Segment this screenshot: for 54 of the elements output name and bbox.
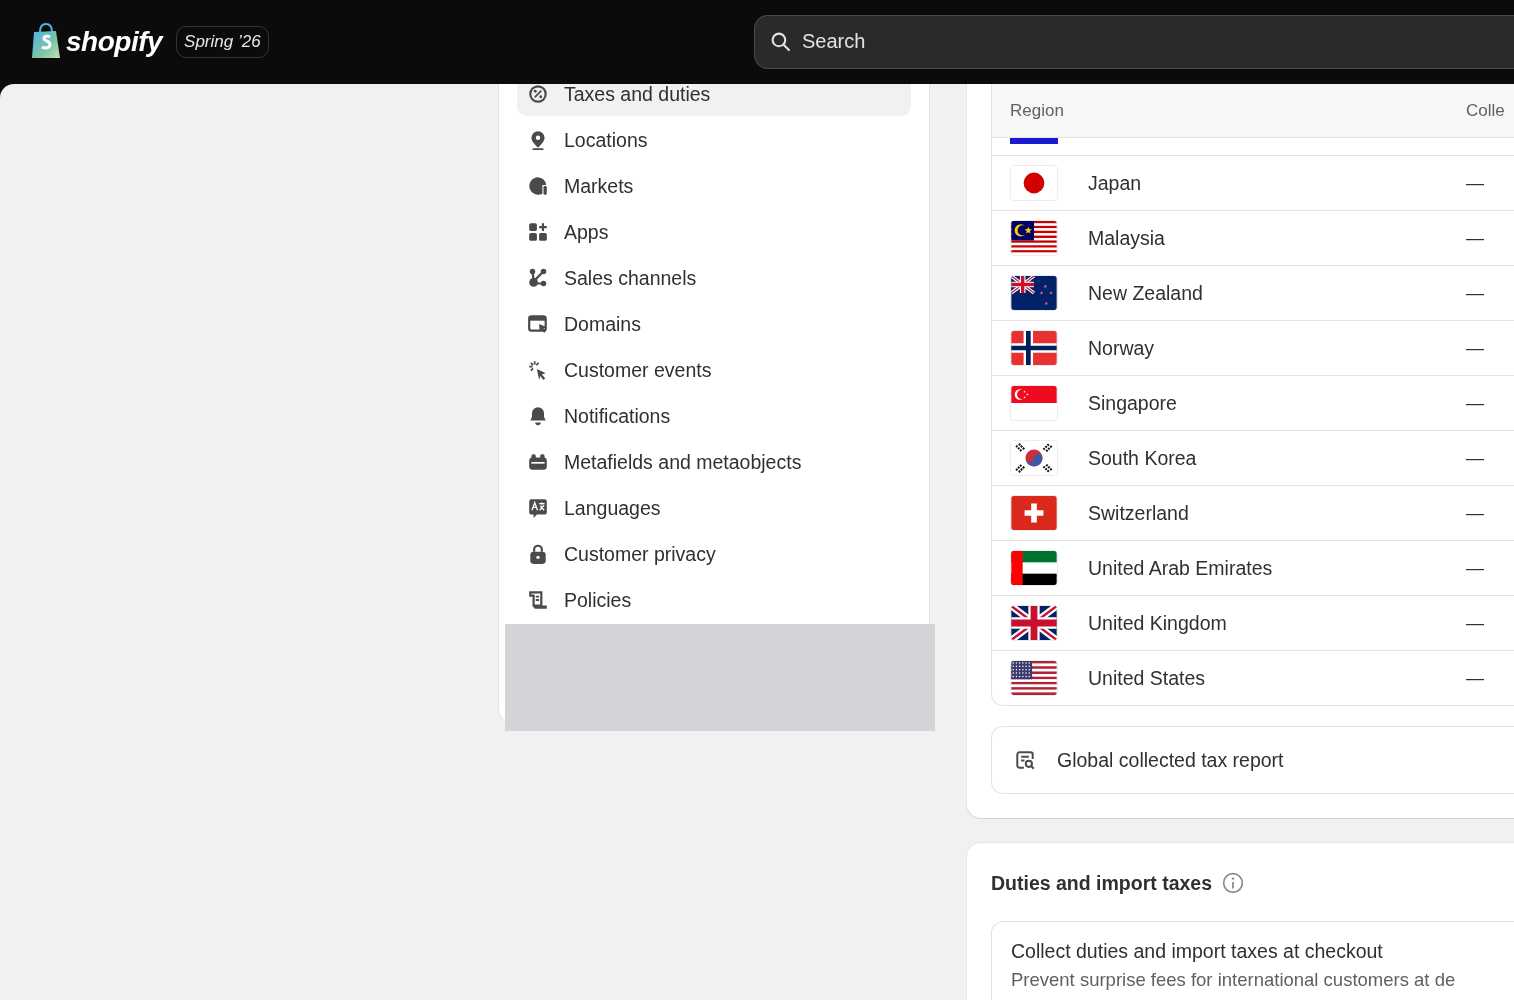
region-name[interactable]: United States (1088, 666, 1466, 690)
nav-item[interactable]: Domains (517, 302, 911, 346)
column-header: Colle (1466, 100, 1505, 121)
nav-icon (527, 589, 549, 611)
region-name[interactable]: Japan (1088, 171, 1466, 195)
info-icon[interactable] (1222, 872, 1245, 894)
region-name[interactable]: South Korea (1088, 446, 1466, 470)
region-name[interactable]: Norway (1088, 336, 1466, 360)
search-icon (770, 30, 791, 52)
table-cell: — (1466, 227, 1484, 249)
column-header: Region (1010, 100, 1065, 121)
search-field[interactable]: Search (754, 14, 1514, 69)
nav-item[interactable]: Customer privacy (517, 532, 911, 576)
table-cell: — (1466, 447, 1484, 469)
nav-item[interactable]: Metafields and metaobjects (517, 440, 911, 484)
nav-icon (527, 221, 549, 243)
nav-icon (527, 497, 549, 519)
report-search-icon (1014, 749, 1036, 771)
region-name[interactable]: Singapore (1088, 391, 1466, 415)
nav-item[interactable]: Languages (517, 486, 911, 530)
option-description: Prevent surprise fees for international customers at de (1011, 969, 1457, 991)
region-name[interactable]: New Zealand (1088, 281, 1466, 305)
nav-item[interactable]: Customer events (517, 348, 911, 392)
region-name[interactable]: United Kingdom (1088, 611, 1466, 635)
region-name[interactable]: Switzerland (1088, 501, 1466, 525)
nav-item[interactable]: Policies (517, 578, 911, 622)
nav-item[interactable]: Notifications (517, 394, 911, 438)
region-name[interactable]: United Arab Emirates (1088, 556, 1466, 580)
nav-item[interactable]: Markets (517, 164, 911, 208)
nav-icon (527, 313, 549, 335)
table-cell: — (1466, 337, 1484, 359)
nav-icon (527, 451, 549, 473)
release-badge[interactable]: Spring ’26 (176, 26, 269, 58)
nav-item[interactable]: Taxes and duties (517, 84, 911, 116)
logo-text[interactable]: shopify (66, 26, 163, 58)
nav-item[interactable]: Locations (517, 118, 911, 162)
section-title: Duties and import taxes (991, 871, 1213, 895)
nav-icon (527, 543, 549, 565)
nav-item[interactable]: Apps (517, 210, 911, 254)
table-cell: — (1466, 392, 1484, 414)
report-link[interactable]: Global collected tax report (991, 726, 1514, 794)
option-title: Collect duties and import taxes at checkout (1011, 940, 1384, 963)
table-cell: — (1466, 502, 1484, 524)
table-cell: — (1466, 557, 1484, 579)
shopping-bag-icon[interactable] (31, 23, 61, 59)
region-name[interactable]: Malaysia (1088, 226, 1466, 250)
nav-icon (527, 175, 549, 197)
nav-icon (527, 84, 549, 105)
table-cell: — (1466, 612, 1484, 634)
table-cell: — (1466, 172, 1484, 194)
table-cell: — (1466, 282, 1484, 304)
nav-icon (527, 267, 549, 289)
nav-item[interactable]: Sales channels (517, 256, 911, 300)
table-cell: — (1466, 667, 1484, 689)
